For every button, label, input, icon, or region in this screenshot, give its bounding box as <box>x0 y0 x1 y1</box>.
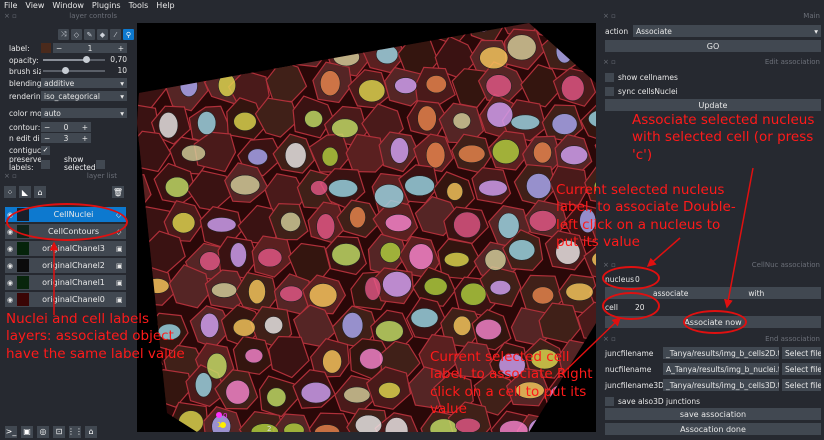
nucleus-annotation: Current selected nucleus label, to assoc… <box>556 182 736 250</box>
cell-annotation: Current selected cell label, to associat… <box>430 349 593 417</box>
layers-annotation: Nuclei and cell labels layers: associate… <box>6 311 185 362</box>
associate-annotation: Associate selected nucleus with selected… <box>632 112 815 163</box>
